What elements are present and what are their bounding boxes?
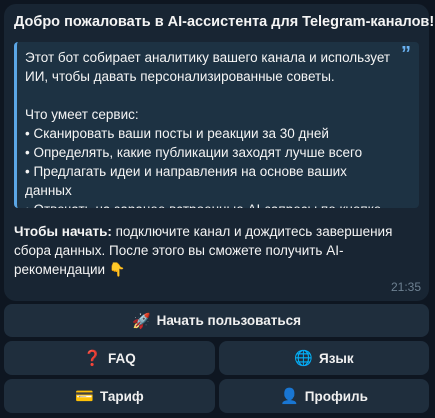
user-icon: 👤: [280, 388, 299, 405]
point-down-emoji: 👇: [108, 262, 126, 277]
title-text: Добро пожаловать в AI-ассистента для Tel…: [14, 14, 435, 30]
question-icon: ❓: [83, 350, 102, 367]
feature-item: • Сканировать ваши посты и реакции за 30…: [25, 126, 329, 141]
quote-block: ” Этот бот собирает аналитику вашего кан…: [14, 42, 419, 208]
feature-item: • Отвечать на заранее встроенные AI-запр…: [25, 200, 397, 208]
language-button-label: Язык: [318, 350, 354, 366]
tariff-button[interactable]: 💳 Тариф: [4, 379, 215, 413]
profile-button-label: Профиль: [304, 388, 368, 404]
profile-button[interactable]: 👤 Профиль: [219, 379, 429, 413]
start-button[interactable]: 🚀 Начать пользоваться: [4, 304, 429, 337]
faq-button[interactable]: ❓ FAQ: [4, 341, 215, 375]
start-button-label: Начать пользоваться: [156, 313, 302, 328]
quote-icon: ”: [401, 43, 411, 65]
start-label: Чтобы начать:: [14, 224, 112, 239]
features-heading: Что умеет сервис:: [25, 107, 139, 122]
faq-button-label: FAQ: [107, 350, 136, 366]
feature-item: • Определять, какие публикации заходят л…: [25, 145, 363, 160]
credit-card-icon: 💳: [75, 388, 94, 405]
message-bubble: Добро пожаловать в AI-ассистента для Tel…: [4, 4, 434, 301]
message-title: Добро пожаловать в AI-ассистента для Tel…: [14, 13, 434, 31]
quote-intro: Этот бот собирает аналитику вашего канал…: [25, 50, 391, 84]
feature-item: • Предлагать идеи и направления на основ…: [25, 164, 347, 198]
language-button[interactable]: 🌐 Язык: [219, 341, 429, 375]
message-time: 21:35: [390, 280, 421, 294]
globe-icon: 🌐: [294, 350, 313, 367]
start-instructions: Чтобы начать: подключите канал и дождите…: [14, 222, 419, 279]
tariff-button-label: Тариф: [99, 388, 144, 404]
rocket-icon: 🚀: [131, 312, 151, 330]
